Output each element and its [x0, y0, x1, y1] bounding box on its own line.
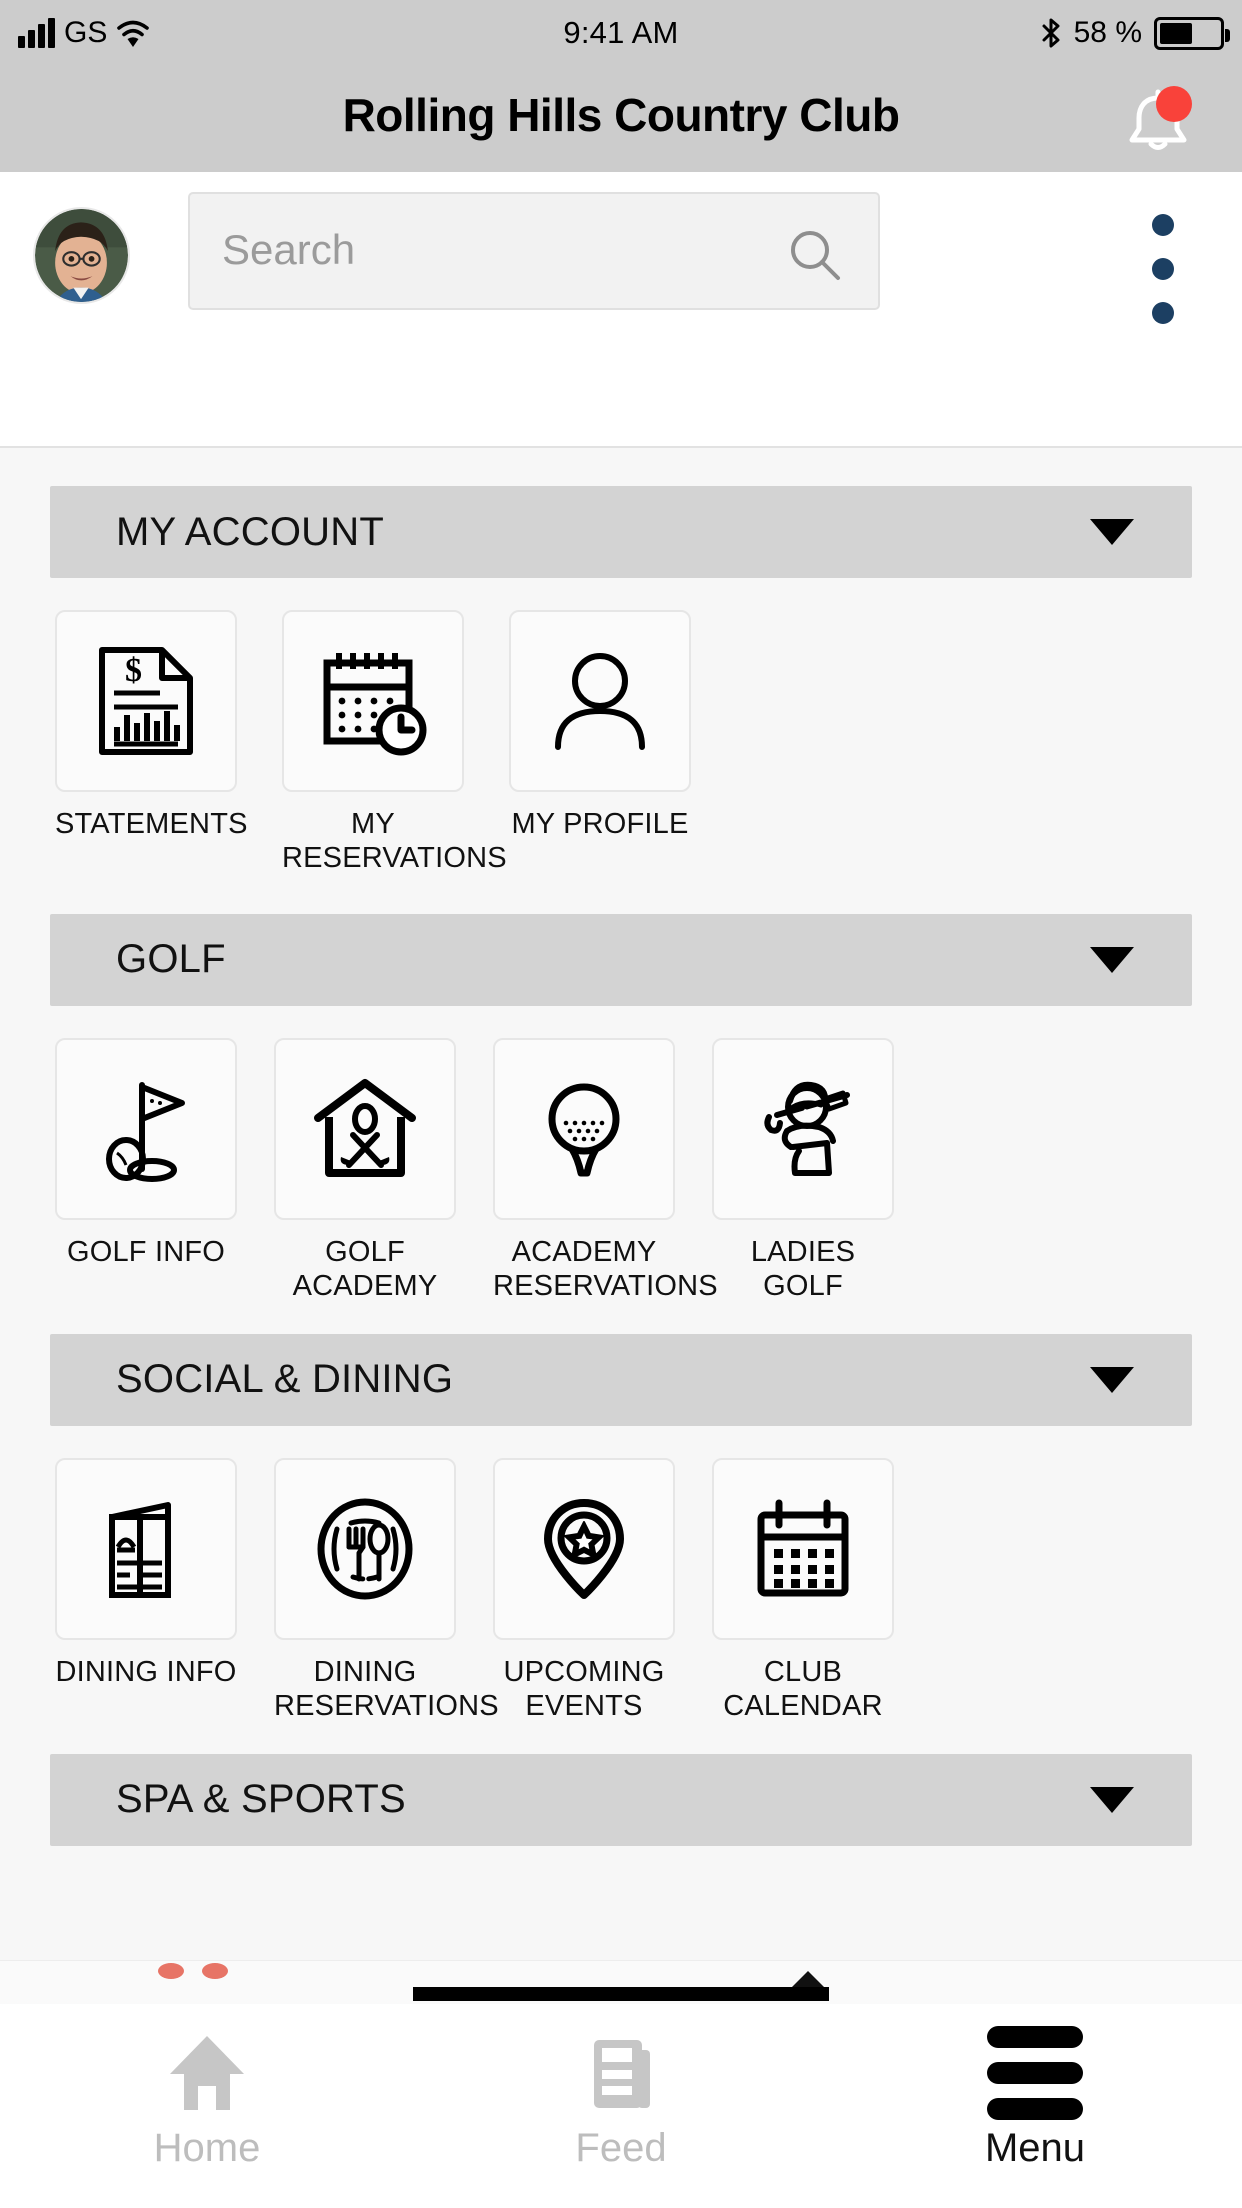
search-placeholder: Search: [222, 226, 356, 273]
section-title: SPA & SPORTS: [116, 1777, 406, 1822]
golf-ball-tee-icon: [548, 1083, 620, 1177]
tile-icon-box: [55, 1037, 237, 1220]
avatar[interactable]: [33, 207, 130, 304]
status-bar-right: 58 %: [1040, 16, 1230, 50]
tab-label: Home: [153, 2126, 261, 2170]
tile-my-profile[interactable]: MY PROFILE: [509, 610, 691, 842]
tab-menu[interactable]: Menu: [828, 2004, 1242, 2208]
kebab-menu-icon[interactable]: [1140, 214, 1186, 324]
tile-icon-box: [493, 1457, 675, 1640]
search-input[interactable]: Search: [188, 192, 880, 310]
section-header-my-account[interactable]: MY ACCOUNT: [50, 486, 1192, 578]
app-root: GS 9:41 AM 58 % Rolling Hills Country Cl…: [0, 0, 1242, 2208]
bluetooth-icon: [1040, 17, 1062, 49]
tile-icon-box: [509, 610, 691, 792]
tab-label: Menu: [984, 2126, 1086, 2170]
tile-label: ACADEMY RESERVATIONS: [493, 1235, 718, 1302]
search-bar: Search: [0, 172, 1242, 448]
tile-label: MY RESERVATIONS: [282, 808, 507, 874]
notification-bell-button[interactable]: [1122, 86, 1194, 152]
calendar-clock-icon: [323, 653, 427, 756]
chevron-down-icon[interactable]: [1090, 519, 1134, 545]
tile-golf-academy[interactable]: GOLF ACADEMY: [274, 1037, 456, 1304]
tile-label: GOLF ACADEMY: [292, 1235, 438, 1302]
tile-label: STATEMENTS: [55, 808, 248, 840]
lady-golfer-swing-icon: [764, 1081, 850, 1176]
clubhouse-crossed-clubs-icon: [314, 1078, 416, 1177]
tile-row-my-account: $ STATEMENTS MY RESERVATIONS MY PROFILE: [0, 610, 1242, 876]
notification-badge: [1156, 86, 1192, 122]
tab-label: Feed: [575, 2126, 667, 2170]
battery-icon: [1154, 16, 1230, 50]
tile-dining-info[interactable]: DINING INFO: [55, 1457, 237, 1690]
section-header-spa-sports[interactable]: SPA & SPORTS: [50, 1753, 1192, 1846]
tile-ladies-golf[interactable]: LADIES GOLF: [712, 1037, 894, 1304]
tile-label: DINING INFO: [55, 1655, 237, 1688]
tile-statements[interactable]: $ STATEMENTS: [55, 610, 248, 842]
tile-icon-box: [274, 1457, 456, 1640]
tile-club-calendar[interactable]: CLUB CALENDAR: [712, 1457, 894, 1724]
app-header: Rolling Hills Country Club: [0, 66, 1242, 172]
tile-label: GOLF INFO: [66, 1235, 226, 1268]
chevron-down-icon[interactable]: [1090, 1786, 1134, 1813]
tile-icon-box: [274, 1037, 456, 1220]
tile-label: CLUB CALENDAR: [723, 1655, 883, 1722]
hamburger-menu-icon: [987, 2026, 1083, 2120]
tile-label: DINING RESERVATIONS: [274, 1655, 499, 1722]
section-title: MY ACCOUNT: [116, 509, 384, 554]
chevron-down-icon[interactable]: [1090, 946, 1134, 973]
chevron-down-icon[interactable]: [1090, 1366, 1134, 1393]
tile-label: LADIES GOLF: [750, 1235, 856, 1302]
main-content: MY ACCOUNT $ STATEMENTS MY RESERVATIONS …: [0, 448, 1242, 1960]
section-title: SOCIAL & DINING: [116, 1357, 454, 1402]
battery-percent-label: 58 %: [1073, 16, 1142, 49]
golf-flag-hole-icon: [106, 1081, 185, 1182]
tile-row-social-dining: DINING INFO DINING RESERVATIONS UPCOMING…: [0, 1457, 1242, 1724]
feed-icon: [578, 2030, 664, 2116]
map-pin-star-icon: [544, 1498, 624, 1599]
tile-upcoming-events[interactable]: UPCOMING EVENTS: [493, 1457, 675, 1724]
tab-feed[interactable]: Feed: [414, 2004, 828, 2208]
tile-icon-box: [712, 1457, 894, 1640]
tile-label: UPCOMING EVENTS: [503, 1655, 665, 1722]
home-indicator-zone: [0, 1960, 1242, 2004]
search-icon[interactable]: [788, 228, 842, 282]
home-icon: [164, 2030, 250, 2116]
tile-golf-info[interactable]: GOLF INFO: [55, 1037, 237, 1270]
section-header-social-dining[interactable]: SOCIAL & DINING: [50, 1333, 1192, 1426]
tile-row-golf: GOLF INFO GOLF ACADEMY ACADEMY RESERVATI…: [0, 1037, 1242, 1304]
section-header-golf[interactable]: GOLF: [50, 913, 1192, 1006]
tile-icon-box: [55, 1457, 237, 1640]
partial-content-peek: [158, 1963, 268, 1989]
tile-label: MY PROFILE: [511, 808, 689, 840]
tile-icon-box: [493, 1037, 675, 1220]
tile-icon-box: $: [55, 610, 237, 792]
tile-my-reservations[interactable]: MY RESERVATIONS: [282, 610, 507, 876]
svg-text:$: $: [125, 652, 142, 689]
status-bar: GS 9:41 AM 58 %: [0, 0, 1242, 66]
section-title: GOLF: [116, 937, 226, 982]
document-dollar-chart-icon: $: [99, 647, 193, 755]
menu-card-icon: [109, 1501, 171, 1598]
tile-icon-box: [282, 610, 464, 792]
home-indicator[interactable]: [413, 1987, 829, 2001]
tile-dining-reservations[interactable]: DINING RESERVATIONS: [274, 1457, 499, 1724]
tile-icon-box: [712, 1037, 894, 1220]
bottom-tab-bar: Home Feed Menu: [0, 2004, 1242, 2208]
person-icon: [555, 653, 645, 750]
calendar-icon: [757, 1499, 849, 1597]
tab-home[interactable]: Home: [0, 2004, 414, 2208]
tile-academy-reservations[interactable]: ACADEMY RESERVATIONS: [493, 1037, 718, 1304]
page-title: Rolling Hills Country Club: [342, 89, 900, 141]
plate-fork-spoon-icon: [317, 1498, 413, 1600]
